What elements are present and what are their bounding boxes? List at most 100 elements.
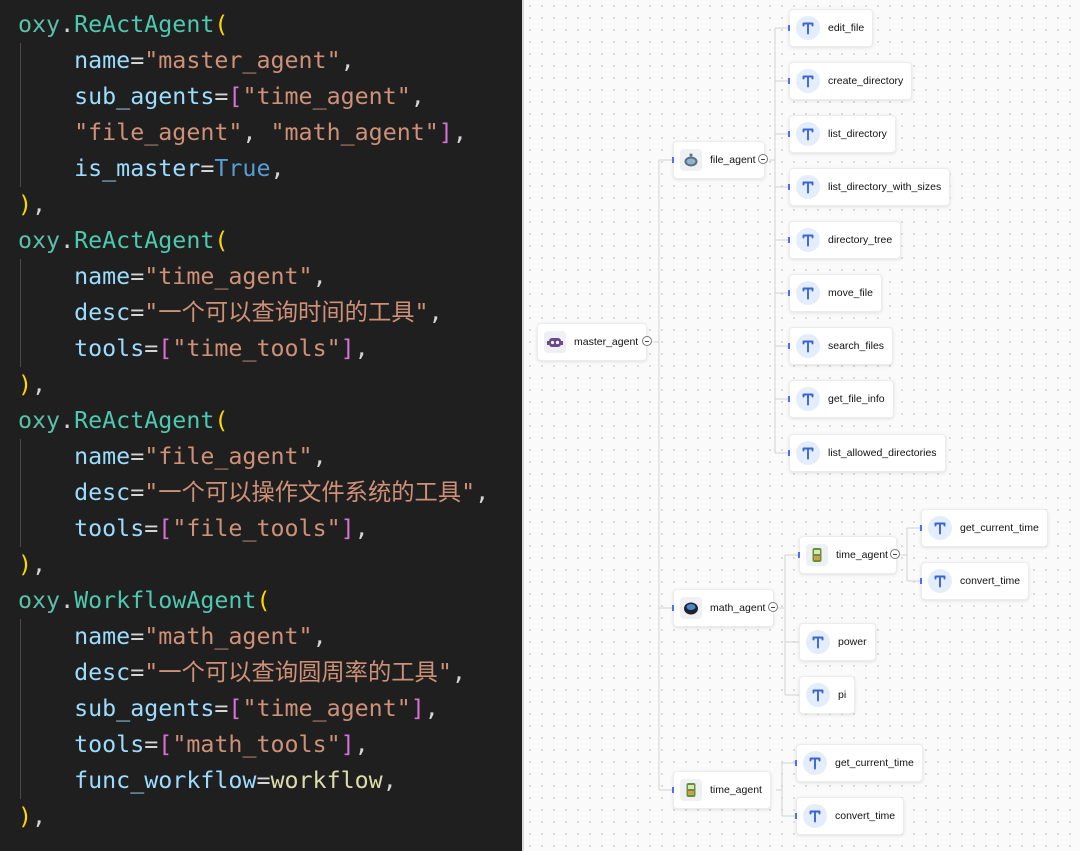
connector-tick <box>920 578 922 584</box>
code-token: "time_agent" <box>144 263 313 290</box>
code-token: = <box>214 83 229 110</box>
collapse-toggle[interactable] <box>890 549 900 559</box>
mindmap-node-math-agent[interactable]: math_agent <box>673 589 775 627</box>
code-token: = <box>256 767 271 794</box>
code-token: . <box>60 227 75 254</box>
code-token: oxy <box>18 587 61 614</box>
code-token: ( <box>214 407 229 434</box>
mindmap-node-tool[interactable]: edit_file <box>789 9 874 47</box>
mindmap-node-tool[interactable]: list_allowed_directories <box>789 434 946 472</box>
code-token: True <box>214 155 271 182</box>
code-token: [ <box>158 731 173 758</box>
code-token: . <box>60 587 75 614</box>
code-token: ] <box>340 515 355 542</box>
collapse-toggle[interactable] <box>768 602 778 612</box>
collapse-toggle[interactable] <box>642 336 652 346</box>
connector-tick <box>788 78 790 84</box>
code-token: "math_agent" <box>144 623 313 650</box>
code-line: ), <box>18 367 46 403</box>
collapse-toggle[interactable] <box>758 154 768 164</box>
mindmap-node-tool[interactable]: list_directory <box>789 115 896 153</box>
code-token: "time_agent" <box>242 695 411 722</box>
node-label: edit_file <box>828 22 865 34</box>
code-token: ReActAgent <box>74 11 215 38</box>
mindmap-node-tool[interactable]: pi <box>799 676 856 714</box>
connector-tick <box>788 184 790 190</box>
code-token: , <box>32 371 47 398</box>
code-line: name="master_agent", <box>18 43 355 79</box>
code-token: ( <box>256 587 271 614</box>
code-line: sub_agents=["time_agent", <box>18 79 425 115</box>
code-token: = <box>130 479 145 506</box>
code-token: , <box>354 515 369 542</box>
code-token: tools <box>74 515 145 542</box>
code-token: , <box>312 263 327 290</box>
code-token: , <box>32 191 47 218</box>
node-label: math_agent <box>710 602 766 614</box>
mindmap-node-tool[interactable]: power <box>799 623 876 661</box>
node-label: move_file <box>828 287 873 299</box>
code-token: ] <box>340 731 355 758</box>
code-token: name <box>74 443 131 470</box>
code-token: . <box>60 11 75 38</box>
mindmap-node-tool[interactable]: get_current_time <box>796 744 923 782</box>
connector-tick <box>920 525 922 531</box>
connector-tick <box>798 552 800 558</box>
node-label: list_directory_with_sizes <box>828 181 942 193</box>
robot-icon <box>680 597 702 619</box>
mindmap-node-time-agent[interactable]: time_agent <box>673 771 771 809</box>
code-token: = <box>144 515 159 542</box>
code-token: "一个可以查询时间的工具" <box>144 299 429 326</box>
mindmap-node-tool[interactable]: list_directory_with_sizes <box>789 168 951 206</box>
code-token: [ <box>158 335 173 362</box>
code-token: "math_agent" <box>270 119 439 146</box>
connector-tick <box>795 813 797 819</box>
mindmap-node-tool[interactable]: move_file <box>789 274 882 312</box>
mindmap-node-tool[interactable]: search_files <box>789 327 894 365</box>
agent-mindmap[interactable]: master_agent file_agent math_agent time_… <box>524 0 1080 851</box>
connector-tick <box>672 605 674 611</box>
robot-icon <box>680 149 702 171</box>
code-line: name="file_agent", <box>18 439 327 475</box>
mindmap-node-tool[interactable]: convert_time <box>921 562 1030 600</box>
code-token: oxy <box>18 407 61 434</box>
mindmap-node-file-agent[interactable]: file_agent <box>673 141 765 179</box>
mindmap-node-tool[interactable]: get_file_info <box>789 380 894 418</box>
code-editor[interactable]: oxy.ReActAgent( name="master_agent", sub… <box>0 0 522 851</box>
code-token: = <box>214 695 229 722</box>
mindmap-node-tool[interactable]: create_directory <box>789 62 913 100</box>
mindmap-node-time-agent[interactable]: time_agent <box>799 536 897 574</box>
code-token: , <box>312 623 327 650</box>
code-token: , <box>451 659 466 686</box>
code-token: , <box>354 731 369 758</box>
code-token: . <box>60 407 75 434</box>
code-token: name <box>74 263 131 290</box>
code-token: , <box>32 803 47 830</box>
connector-tick <box>672 787 674 793</box>
mindmap-node-tool[interactable]: get_current_time <box>921 509 1048 547</box>
code-token: desc <box>74 479 131 506</box>
code-line: oxy.ReActAgent( <box>18 223 228 259</box>
mindmap-node-master-agent[interactable]: master_agent <box>537 323 648 361</box>
robot-icon <box>544 331 566 353</box>
tool-icon <box>806 683 830 707</box>
code-token: = <box>130 263 145 290</box>
code-token: ] <box>340 335 355 362</box>
mindmap-node-tool[interactable]: directory_tree <box>789 221 902 259</box>
code-token: , <box>312 443 327 470</box>
node-label: power <box>838 636 867 648</box>
mindmap-node-tool[interactable]: convert_time <box>796 797 905 835</box>
code-line: func_workflow=workflow, <box>18 763 397 799</box>
tool-icon <box>806 630 830 654</box>
tool-icon <box>796 228 820 252</box>
